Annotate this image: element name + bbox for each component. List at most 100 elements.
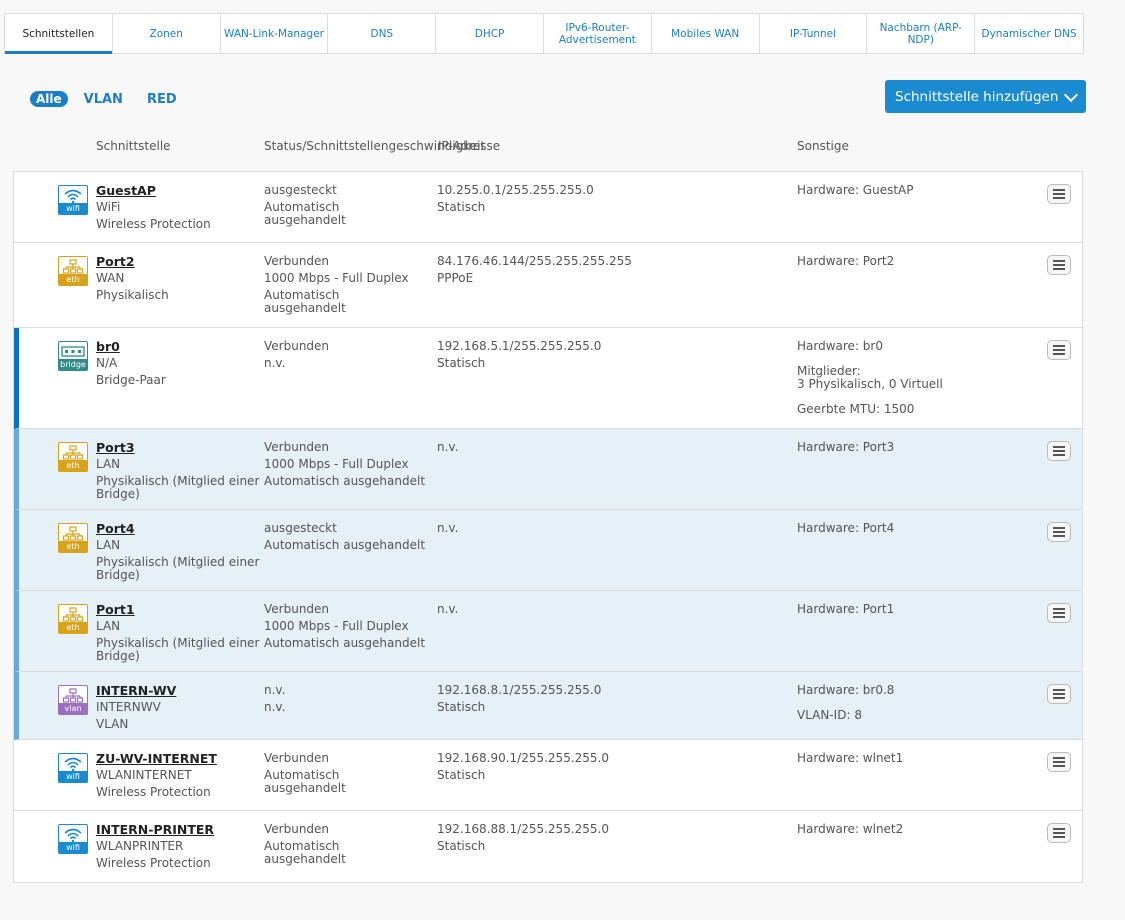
- interface-cell: Port1 LAN Physikalisch (Mitglied einer Brid…: [96, 601, 261, 665]
- ip-line: n.v.: [437, 440, 459, 454]
- interface-cell: Port3 LAN Physikalisch (Mitglied einer Brid…: [96, 439, 261, 503]
- tab-dns[interactable]: DNS: [328, 14, 437, 53]
- row-menu-button[interactable]: [1047, 184, 1071, 204]
- ip-line: Statisch: [437, 839, 486, 853]
- row-menu-button[interactable]: [1047, 823, 1071, 843]
- interface-detail: Physikalisch: [96, 288, 169, 302]
- interface-detail: LAN: [96, 457, 121, 471]
- interface-type-label: wifi: [59, 771, 87, 782]
- interface-name-link[interactable]: INTERN-PRINTER: [96, 821, 261, 838]
- interface-detail: Wireless Protection: [96, 785, 211, 799]
- other-cell: Hardware: wlnet2: [797, 821, 1017, 838]
- table-row[interactable]: wifi GuestAP WiFi Wireless Protection ausges…: [14, 172, 1082, 243]
- row-menu-button[interactable]: [1047, 340, 1071, 360]
- bridge-icon: bridge: [58, 341, 88, 371]
- interface-detail: Bridge-Paar: [96, 373, 166, 387]
- table-row[interactable]: eth Port2 WAN Physikalisch Verbunden 1000 Mbp…: [14, 243, 1082, 328]
- chevron-down-icon[interactable]: [1063, 87, 1079, 103]
- eth-icon: eth: [58, 604, 88, 634]
- table-row[interactable]: wifi ZU-WV-INTERNET WLANINTERNET Wireless P…: [14, 740, 1082, 811]
- ip-line: 192.168.90.1/255.255.255.0: [437, 751, 609, 765]
- wifi-icon: wifi: [58, 824, 88, 854]
- interface-detail: WiFi: [96, 200, 121, 214]
- other-cell: Hardware: Port4: [797, 520, 1017, 537]
- row-menu-button[interactable]: [1047, 684, 1071, 704]
- eth-icon: eth: [58, 442, 88, 472]
- status-cell: ausgesteckt Automatisch ausgehandelt: [264, 182, 434, 229]
- table-row[interactable]: eth Port4 LAN Physikalisch (Mitglied einer B…: [14, 510, 1082, 591]
- interface-type-label: eth: [59, 460, 87, 471]
- tab-zonen[interactable]: Zonen: [113, 14, 221, 53]
- other-cell: Hardware: Port3: [797, 439, 1017, 456]
- interface-cell: GuestAP WiFi Wireless Protection: [96, 182, 261, 233]
- interface-type-label: wifi: [59, 203, 87, 214]
- row-menu-button[interactable]: [1047, 522, 1071, 542]
- status-line: 1000 Mbps - Full Duplex: [264, 457, 409, 471]
- ip-line: 84.176.46.144/255.255.255.255: [437, 254, 632, 268]
- interface-name-link[interactable]: GuestAP: [96, 182, 261, 199]
- filter-all[interactable]: Alle: [30, 91, 68, 107]
- tab-schnittstellen[interactable]: Schnittstellen: [5, 14, 113, 54]
- other-cell: Hardware: wlnet1: [797, 750, 1017, 767]
- interface-type-label: wifi: [59, 842, 87, 853]
- row-menu-button[interactable]: [1047, 255, 1071, 275]
- tab-dhcp[interactable]: DHCP: [436, 14, 544, 53]
- interface-detail: LAN: [96, 538, 121, 552]
- interface-name-link[interactable]: br0: [96, 338, 261, 355]
- interface-name-link[interactable]: Port4: [96, 520, 261, 537]
- column-header-interface: Schnittstelle: [96, 139, 171, 153]
- filter-vlan[interactable]: VLAN: [84, 92, 123, 107]
- ip-cell: 192.168.8.1/255.255.255.0 Statisch: [437, 682, 657, 716]
- table-row[interactable]: bridge br0 N/A Bridge-Paar Verbunden n.v. 192.…: [14, 328, 1082, 429]
- filter-red[interactable]: RED: [147, 92, 177, 107]
- status-line: ausgesteckt: [264, 183, 337, 197]
- tab-mobiles-wan[interactable]: Mobiles WAN: [652, 14, 760, 53]
- tab-dynamischer-dns[interactable]: Dynamischer DNS: [975, 14, 1083, 53]
- tab-wan-link-manager[interactable]: WAN-Link-Manager: [221, 14, 329, 53]
- table-row[interactable]: eth Port1 LAN Physikalisch (Mitglied einer B…: [14, 591, 1082, 672]
- status-line: n.v.: [264, 683, 286, 697]
- status-cell: Verbunden 1000 Mbps - Full Duplex Automati…: [264, 253, 434, 317]
- table-row[interactable]: vlan INTERN-WV INTERNWV VLAN n.v. n.v. 192.168…: [14, 672, 1082, 740]
- ip-cell: 192.168.88.1/255.255.255.0 Statisch: [437, 821, 657, 855]
- other-line: Hardware: br0.8: [797, 683, 895, 697]
- interface-name-link[interactable]: Port3: [96, 439, 261, 456]
- table-row[interactable]: wifi INTERN-PRINTER WLANPRINTER Wireless Pr…: [14, 811, 1082, 882]
- status-cell: Verbunden Automatisch ausgehandelt: [264, 750, 434, 797]
- tab-ipv6-router-advertisement[interactable]: IPv6-Router-Advertisement: [544, 14, 652, 53]
- ip-cell: n.v.: [437, 439, 657, 456]
- add-interface-button[interactable]: Schnittstelle hinzufügen: [885, 80, 1086, 113]
- interface-name-link[interactable]: INTERN-WV: [96, 682, 261, 699]
- status-cell: Verbunden 1000 Mbps - Full Duplex Automati…: [264, 601, 434, 652]
- row-menu-button[interactable]: [1047, 752, 1071, 772]
- status-line: Verbunden: [264, 440, 330, 454]
- interface-cell: br0 N/A Bridge-Paar: [96, 338, 261, 389]
- interface-detail: WLANINTERNET: [96, 768, 192, 782]
- ip-line: 192.168.5.1/255.255.255.0: [437, 339, 602, 353]
- interface-cell: ZU-WV-INTERNET WLANINTERNET Wireless Prote…: [96, 750, 261, 801]
- other-line: Hardware: br0: [797, 339, 883, 353]
- status-line: ausgehandelt: [264, 213, 346, 227]
- ip-cell: n.v.: [437, 601, 657, 618]
- interface-detail: VLAN: [96, 717, 129, 731]
- interface-name-link[interactable]: Port2: [96, 253, 261, 270]
- interface-name-link[interactable]: Port1: [96, 601, 261, 618]
- tab-ip-tunnel[interactable]: IP-Tunnel: [760, 14, 868, 53]
- interface-detail: WAN: [96, 271, 125, 285]
- status-line: Verbunden: [264, 602, 330, 616]
- tab-nachbarn[interactable]: Nachbarn (ARP-NDP): [867, 14, 976, 53]
- interface-type-label: eth: [59, 274, 87, 285]
- ip-line: n.v.: [437, 521, 459, 535]
- table-row[interactable]: eth Port3 LAN Physikalisch (Mitglied einer B…: [14, 429, 1082, 510]
- other-line: Hardware: Port1: [797, 602, 895, 616]
- status-line: Verbunden: [264, 822, 330, 836]
- row-menu-button[interactable]: [1047, 603, 1071, 623]
- status-line: 1000 Mbps - Full Duplex: [264, 619, 409, 633]
- other-line: 3 Physikalisch, 0 Virtuell: [797, 377, 943, 391]
- ip-line: Statisch: [437, 200, 486, 214]
- interface-name-link[interactable]: ZU-WV-INTERNET: [96, 750, 261, 767]
- ip-line: Statisch: [437, 700, 486, 714]
- ip-cell: 192.168.90.1/255.255.255.0 Statisch: [437, 750, 657, 784]
- row-menu-button[interactable]: [1047, 441, 1071, 461]
- other-cell: Hardware: br0.8 VLAN-ID: 8: [797, 682, 1017, 724]
